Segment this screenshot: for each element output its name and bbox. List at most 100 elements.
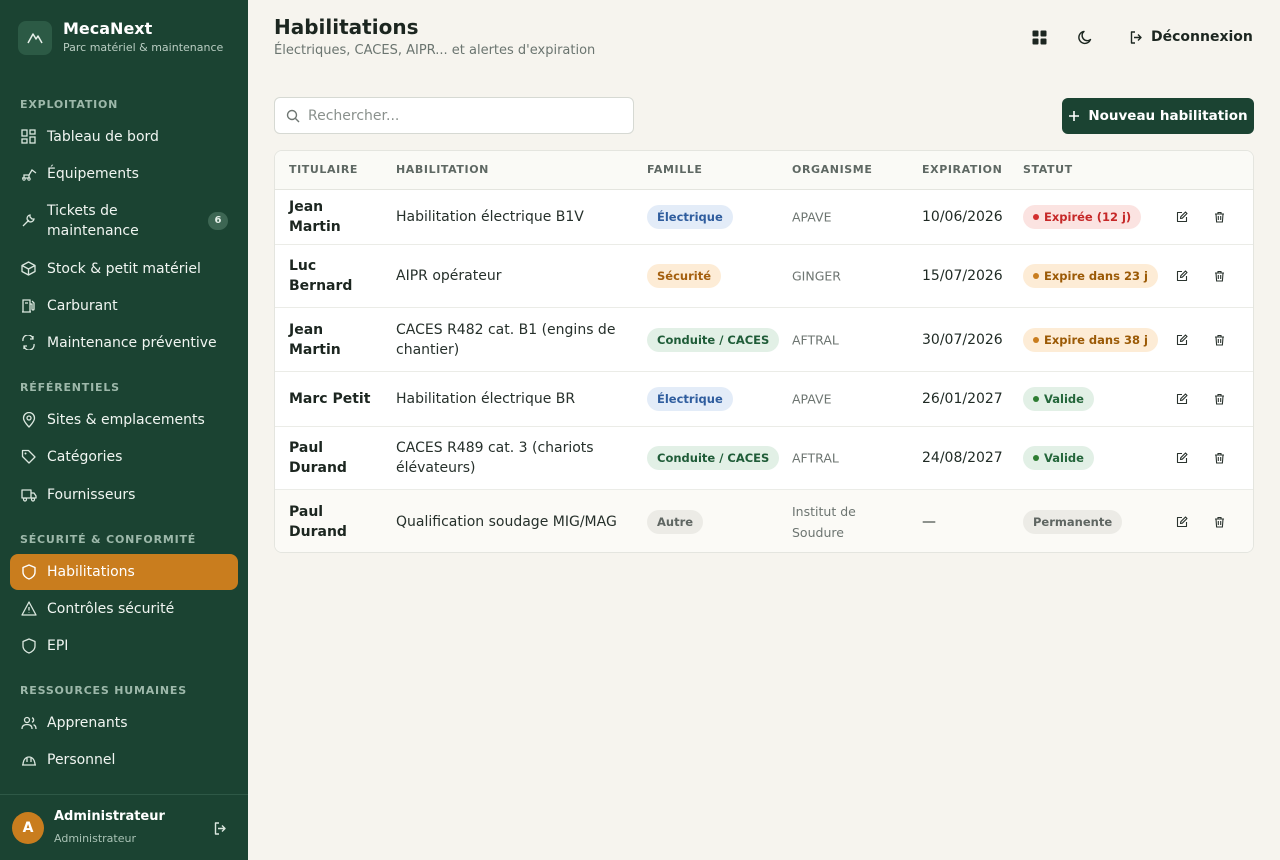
habilitation-name: Qualification soudage MIG/MAG xyxy=(396,514,617,530)
holder-name: Paul Durand xyxy=(289,440,347,476)
edit-icon[interactable] xyxy=(1176,333,1188,346)
sidebar-item-label: Équipements xyxy=(47,165,139,182)
sidebar-item-categories[interactable]: Catégories xyxy=(10,438,238,475)
nav-section-securite: SÉCURITÉ & CONFORMITÉ xyxy=(20,533,197,546)
family-badge: Sécurité xyxy=(647,264,721,288)
sidebar-item-label: Sites & emplacements xyxy=(47,411,205,428)
sidebar-item-maintenance-preventive[interactable]: Maintenance préventive xyxy=(10,324,238,361)
users-icon xyxy=(20,714,37,731)
search-input[interactable] xyxy=(308,107,608,124)
sidebar-item-label: Tickets de maintenance xyxy=(47,202,139,239)
nav-section-rh: RESSOURCES HUMAINES xyxy=(20,684,187,697)
status-badge: Expire dans 23 j xyxy=(1023,264,1158,288)
trash-icon[interactable] xyxy=(1214,452,1225,464)
apps-grid-icon[interactable] xyxy=(1029,26,1049,48)
habilitation-name: Habilitation électrique BR xyxy=(396,391,576,407)
dashboard-icon xyxy=(20,128,37,145)
column-header-expiration[interactable]: EXPIRATION xyxy=(922,163,1002,176)
column-header-organisme[interactable]: ORGANISME xyxy=(792,163,872,176)
sidebar-item-habilitations[interactable]: Habilitations xyxy=(10,554,238,590)
sidebar-item-personnel[interactable]: Personnel xyxy=(10,741,238,778)
edit-icon[interactable] xyxy=(1176,516,1188,528)
shield-icon xyxy=(20,564,37,581)
shield-icon xyxy=(20,637,37,654)
organism-name: APAVE xyxy=(792,209,832,225)
habilitation-name: Habilitation électrique B1V xyxy=(396,209,584,225)
sidebar-item-label: Tableau de bord xyxy=(47,128,159,145)
holder-name: Paul Durand xyxy=(289,504,347,540)
trash-icon[interactable] xyxy=(1214,393,1225,405)
page-title: Habilitations xyxy=(274,15,419,39)
sidebar-item-label: Catégories xyxy=(47,448,123,465)
excavator-icon xyxy=(20,165,37,182)
new-habilitation-button[interactable]: Nouveau habilitation xyxy=(1062,98,1254,134)
status-badge: Expirée (12 j) xyxy=(1023,205,1142,229)
organism-name: Institut de Soudure xyxy=(792,504,856,540)
family-badge: Autre xyxy=(647,510,704,534)
dark-mode-moon-icon[interactable] xyxy=(1075,26,1095,48)
family-badge: Électrique xyxy=(647,205,733,229)
avatar[interactable]: A xyxy=(12,812,44,844)
sidebar-item-equipements[interactable]: Équipements xyxy=(10,155,238,192)
table-row[interactable]: Jean Martin Habilitation électrique B1V … xyxy=(275,190,1253,245)
column-header-titulaire[interactable]: TITULAIRE xyxy=(289,163,358,176)
logout-icon xyxy=(1129,30,1144,45)
search-box[interactable] xyxy=(274,97,634,134)
table-row[interactable]: Paul Durand CACES R489 cat. 3 (chariots … xyxy=(275,427,1253,490)
sidebar-item-label: Carburant xyxy=(47,297,118,314)
sidebar-item-dashboard[interactable]: Tableau de bord xyxy=(10,118,238,155)
sidebar-item-label: Personnel xyxy=(47,751,116,768)
trash-icon[interactable] xyxy=(1214,211,1225,223)
user-panel: A Administrateur Administrateur xyxy=(0,794,248,860)
sidebar-item-sites[interactable]: Sites & emplacements xyxy=(10,401,238,438)
sidebar-item-controles[interactable]: Contrôles sécurité xyxy=(10,590,238,627)
holder-name: Marc Petit xyxy=(289,391,371,407)
sidebar-item-tickets[interactable]: Tickets de maintenance 6 xyxy=(10,192,238,249)
logout-icon[interactable] xyxy=(211,819,229,837)
brand-name: MecaNext xyxy=(63,19,153,38)
trash-icon[interactable] xyxy=(1214,270,1225,282)
organism-name: APAVE xyxy=(792,391,832,407)
column-header-habilitation[interactable]: HABILITATION xyxy=(396,163,489,176)
sidebar-item-fournisseurs[interactable]: Fournisseurs xyxy=(10,476,238,513)
table-row[interactable]: Paul Durand Qualification soudage MIG/MA… xyxy=(275,490,1253,552)
brand-subtitle: Parc matériel & maintenance xyxy=(63,41,224,54)
family-badge: Électrique xyxy=(647,387,733,411)
expiration-date: 24/08/2027 xyxy=(922,450,1003,466)
fuel-icon xyxy=(20,297,37,314)
nav-section-referentiels: RÉFÉRENTIELS xyxy=(20,381,120,394)
logout-button[interactable]: Déconnexion xyxy=(1129,26,1253,48)
sidebar-item-epi[interactable]: EPI xyxy=(10,627,238,664)
table-row[interactable]: Luc Bernard AIPR opérateur Sécurité GING… xyxy=(275,245,1253,308)
edit-icon[interactable] xyxy=(1176,393,1188,405)
brand[interactable]: MecaNext Parc matériel & maintenance xyxy=(18,19,223,56)
table-row[interactable]: Jean Martin CACES R482 cat. B1 (engins d… xyxy=(275,308,1253,372)
organism-name: AFTRAL xyxy=(792,450,839,466)
column-header-famille[interactable]: FAMILLE xyxy=(647,163,703,176)
cycle-icon xyxy=(20,334,37,351)
trash-icon[interactable] xyxy=(1214,334,1225,346)
sidebar-item-label: Fournisseurs xyxy=(47,486,136,503)
organism-name: AFTRAL xyxy=(792,332,839,347)
expiration-date: 30/07/2026 xyxy=(922,331,1003,348)
table-row[interactable]: Marc Petit Habilitation électrique BR Él… xyxy=(275,372,1253,427)
holder-name: Jean Martin xyxy=(289,199,341,235)
truck-icon xyxy=(20,486,37,503)
holder-name: Jean Martin xyxy=(289,321,341,358)
column-header-statut[interactable]: STATUT xyxy=(1023,163,1073,176)
nav-section-exploitation: EXPLOITATION xyxy=(20,98,119,111)
status-badge: Expire dans 38 j xyxy=(1023,327,1158,352)
edit-icon[interactable] xyxy=(1176,270,1188,282)
tag-icon xyxy=(20,448,37,465)
expiration-date: 26/01/2027 xyxy=(922,391,1003,407)
status-badge: Valide xyxy=(1023,446,1094,470)
edit-icon[interactable] xyxy=(1176,211,1188,223)
edit-icon[interactable] xyxy=(1176,452,1188,464)
sidebar-item-apprenants[interactable]: Apprenants xyxy=(10,704,238,741)
habilitation-name: AIPR opérateur xyxy=(396,268,502,284)
sidebar-item-label: Contrôles sécurité xyxy=(47,600,175,617)
sidebar-item-stock[interactable]: Stock & petit matériel xyxy=(10,250,238,287)
sidebar-item-carburant[interactable]: Carburant xyxy=(10,287,238,324)
trash-icon[interactable] xyxy=(1214,516,1225,528)
sidebar: MecaNext Parc matériel & maintenance EXP… xyxy=(0,0,248,860)
